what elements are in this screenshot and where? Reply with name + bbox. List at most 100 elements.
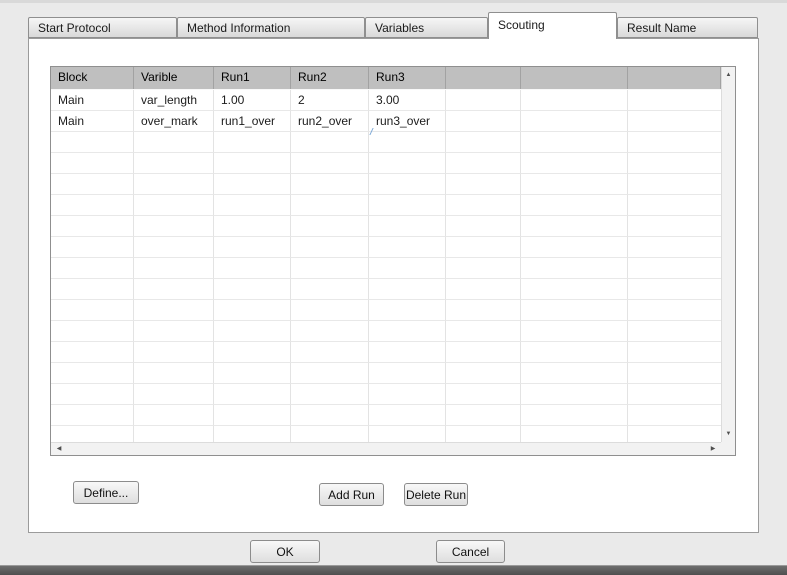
table-cell[interactable]: run2_over (291, 111, 369, 132)
table-row[interactable]: Main over_mark run1_over run2_over run3_… (51, 111, 721, 132)
table-cell[interactable] (291, 384, 369, 405)
table-cell[interactable] (369, 216, 446, 237)
table-cell[interactable] (291, 279, 369, 300)
add-run-button[interactable]: Add Run (319, 483, 384, 506)
table-cell[interactable] (214, 258, 291, 279)
table-cell[interactable] (521, 426, 628, 442)
table-cell[interactable] (628, 405, 721, 426)
table-cell[interactable] (134, 300, 214, 321)
tab-result-name[interactable]: Result Name (617, 17, 758, 38)
table-cell[interactable] (134, 426, 214, 442)
table-row-empty[interactable] (51, 237, 721, 258)
table-cell[interactable] (134, 405, 214, 426)
table-cell[interactable] (521, 237, 628, 258)
table-cell[interactable] (369, 405, 446, 426)
table-cell[interactable] (134, 237, 214, 258)
table-cell[interactable] (521, 90, 628, 111)
table-cell[interactable] (628, 384, 721, 405)
table-row-empty[interactable] (51, 300, 721, 321)
table-cell[interactable] (291, 174, 369, 195)
table-cell[interactable] (521, 279, 628, 300)
table-cell[interactable] (51, 237, 134, 258)
table-cell[interactable] (628, 111, 721, 132)
table-cell[interactable] (51, 300, 134, 321)
column-header-varible[interactable]: Varible (134, 67, 214, 89)
table-cell[interactable] (628, 195, 721, 216)
table-cell[interactable] (446, 216, 521, 237)
table-row-empty[interactable] (51, 279, 721, 300)
scroll-left-icon[interactable]: ◀ (52, 443, 66, 455)
table-cell[interactable] (446, 300, 521, 321)
table-cell[interactable] (628, 90, 721, 111)
table-cell[interactable] (369, 342, 446, 363)
table-cell[interactable] (628, 342, 721, 363)
table-cell[interactable] (214, 363, 291, 384)
table-cell[interactable] (628, 216, 721, 237)
table-row-empty[interactable] (51, 132, 721, 153)
table-cell[interactable] (628, 300, 721, 321)
table-cell[interactable] (51, 342, 134, 363)
scroll-up-icon[interactable]: ▲ (722, 68, 735, 82)
table-cell[interactable] (446, 426, 521, 442)
column-header-empty[interactable] (521, 67, 628, 89)
table-cell[interactable] (521, 384, 628, 405)
table-cell[interactable] (291, 363, 369, 384)
table-cell[interactable] (51, 153, 134, 174)
cancel-button[interactable]: Cancel (436, 540, 505, 563)
table-cell[interactable] (134, 153, 214, 174)
table-row[interactable]: Main var_length 1.00 2 3.00 (51, 90, 721, 111)
ok-button[interactable]: OK (250, 540, 320, 563)
table-cell[interactable] (291, 195, 369, 216)
table-cell[interactable] (369, 237, 446, 258)
table-cell[interactable] (291, 237, 369, 258)
table-cell[interactable] (521, 342, 628, 363)
table-cell[interactable] (369, 195, 446, 216)
table-cell[interactable] (51, 216, 134, 237)
table-cell[interactable] (446, 342, 521, 363)
table-cell[interactable] (521, 153, 628, 174)
table-row-empty[interactable] (51, 321, 721, 342)
table-cell[interactable] (628, 426, 721, 442)
table-cell[interactable] (369, 300, 446, 321)
table-cell[interactable]: Main (51, 90, 134, 111)
table-cell[interactable] (369, 426, 446, 442)
table-cell[interactable] (291, 405, 369, 426)
table-row-empty[interactable] (51, 174, 721, 195)
table-cell[interactable]: run1_over (214, 111, 291, 132)
column-header-run2[interactable]: Run2 (291, 67, 369, 89)
table-cell[interactable] (446, 90, 521, 111)
scroll-down-icon[interactable]: ▼ (722, 427, 735, 441)
delete-run-button[interactable]: Delete Run (404, 483, 468, 506)
table-cell[interactable] (214, 195, 291, 216)
column-header-empty[interactable] (446, 67, 521, 89)
column-header-run1[interactable]: Run1 (214, 67, 291, 89)
table-cell[interactable] (446, 153, 521, 174)
table-cell[interactable]: 1.00 (214, 90, 291, 111)
table-cell[interactable] (369, 384, 446, 405)
table-cell[interactable] (291, 342, 369, 363)
table-cell[interactable]: over_mark (134, 111, 214, 132)
table-cell[interactable]: 2 (291, 90, 369, 111)
table-cell[interactable] (134, 132, 214, 153)
table-cell[interactable] (521, 132, 628, 153)
table-cell[interactable] (291, 321, 369, 342)
table-cell[interactable]: run3_over (369, 111, 446, 132)
table-cell[interactable] (446, 258, 521, 279)
table-cell[interactable] (291, 132, 369, 153)
table-cell[interactable] (51, 405, 134, 426)
table-cell[interactable] (134, 384, 214, 405)
table-row-empty[interactable] (51, 153, 721, 174)
table-cell[interactable] (521, 321, 628, 342)
table-cell[interactable] (521, 195, 628, 216)
table-cell[interactable] (51, 321, 134, 342)
table-cell[interactable] (51, 363, 134, 384)
table-cell[interactable] (214, 279, 291, 300)
table-cell[interactable]: 3.00 (369, 90, 446, 111)
table-cell[interactable] (628, 237, 721, 258)
table-cell[interactable] (291, 300, 369, 321)
column-header-block[interactable]: Block (51, 67, 134, 89)
tab-start-protocol[interactable]: Start Protocol (28, 17, 177, 38)
table-cell[interactable] (291, 258, 369, 279)
table-cell[interactable] (446, 195, 521, 216)
table-cell[interactable] (521, 216, 628, 237)
